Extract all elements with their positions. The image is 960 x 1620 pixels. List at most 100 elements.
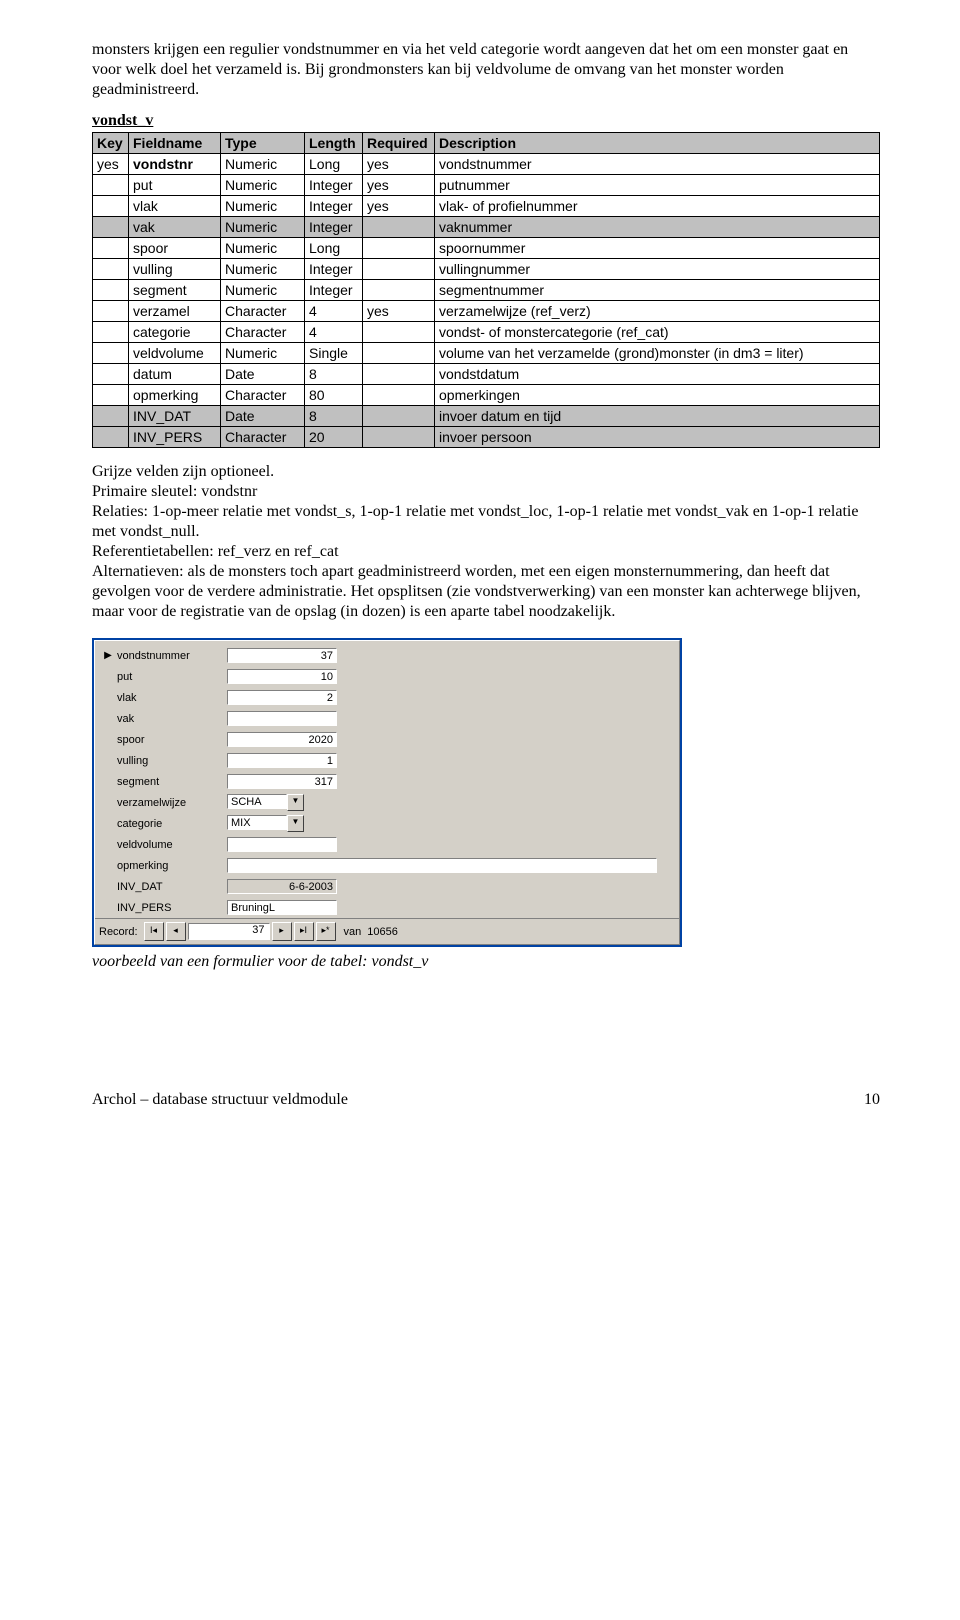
cell-key xyxy=(93,301,129,322)
record-selector-icon[interactable]: ▶ xyxy=(101,649,115,663)
form-label: put xyxy=(115,671,227,683)
cell-required: yes xyxy=(363,175,435,196)
cell-required xyxy=(363,343,435,364)
cell-key xyxy=(93,427,129,448)
cell-required xyxy=(363,217,435,238)
cell-key xyxy=(93,259,129,280)
cell-type: Character xyxy=(221,322,305,343)
form-input-put[interactable]: 10 xyxy=(227,669,337,684)
dropdown-icon[interactable]: ▼ xyxy=(287,794,304,811)
form-input-spoor[interactable]: 2020 xyxy=(227,732,337,747)
cell-type: Numeric xyxy=(221,238,305,259)
cell-type: Numeric xyxy=(221,154,305,175)
cell-required xyxy=(363,427,435,448)
cell-required xyxy=(363,406,435,427)
cell-length: Long xyxy=(305,154,363,175)
form-screenshot: ▶ vondstnummer37 put10vlak2vakspoor2020v… xyxy=(92,638,682,947)
cell-field: vlak xyxy=(129,196,221,217)
table-header-row: Key Fieldname Type Length Required Descr… xyxy=(93,133,880,154)
form-label: vulling xyxy=(115,755,227,767)
table-row: datumDate8 vondstdatum xyxy=(93,364,880,385)
nav-next-button[interactable]: ▸ xyxy=(272,922,292,941)
cell-type: Date xyxy=(221,406,305,427)
notes-block: Grijze velden zijn optioneel.Primaire sl… xyxy=(92,462,880,622)
page-footer: Archol – database structuur veldmodule 1… xyxy=(92,1091,880,1109)
dropdown-icon[interactable]: ▼ xyxy=(287,815,304,832)
cell-length: Integer xyxy=(305,259,363,280)
cell-length: Single xyxy=(305,343,363,364)
cell-required xyxy=(363,364,435,385)
nav-first-button[interactable]: I◂ xyxy=(144,922,164,941)
table-row: veldvolumeNumericSinglevolume van het ve… xyxy=(93,343,880,364)
table-row: categorieCharacter4vondst- of monstercat… xyxy=(93,322,880,343)
nav-new-button[interactable]: ▸* xyxy=(316,922,336,941)
form-input-veldvolume[interactable] xyxy=(227,837,337,852)
cell-length: Integer xyxy=(305,175,363,196)
form-label: segment xyxy=(115,776,227,788)
cell-required: yes xyxy=(363,301,435,322)
cell-desc: invoer persoon xyxy=(435,427,880,448)
th-field: Fieldname xyxy=(129,133,221,154)
table-heading: vondst_v xyxy=(92,112,880,130)
cell-desc: volume van het verzamelde (grond)monster… xyxy=(435,343,880,364)
cell-desc: vondstdatum xyxy=(435,364,880,385)
footer-left: Archol – database structuur veldmodule xyxy=(92,1091,348,1109)
cell-length: 4 xyxy=(305,301,363,322)
table-row: spoorNumericLongspoornummer xyxy=(93,238,880,259)
cell-required xyxy=(363,238,435,259)
table-row: INV_DATDate8invoer datum en tijd xyxy=(93,406,880,427)
cell-desc: vlak- of profielnummer xyxy=(435,196,880,217)
form-input-categorie[interactable]: MIX xyxy=(227,815,287,830)
table-row: verzamelCharacter4yesverzamelwijze (ref_… xyxy=(93,301,880,322)
cell-desc: verzamelwijze (ref_verz) xyxy=(435,301,880,322)
form-label: categorie xyxy=(115,818,227,830)
cell-field: datum xyxy=(129,364,221,385)
cell-desc: vondst- of monstercategorie (ref_cat) xyxy=(435,322,880,343)
form-label: vondstnummer xyxy=(115,650,227,662)
form-input-vak[interactable] xyxy=(227,711,337,726)
cell-field: vondstnr xyxy=(129,154,221,175)
cell-required xyxy=(363,259,435,280)
cell-key xyxy=(93,280,129,301)
form-input-vlak[interactable]: 2 xyxy=(227,690,337,705)
cell-field: INV_PERS xyxy=(129,427,221,448)
nav-last-button[interactable]: ▸I xyxy=(294,922,314,941)
cell-key xyxy=(93,364,129,385)
cell-type: Character xyxy=(221,301,305,322)
cell-key xyxy=(93,385,129,406)
form-input-opmerking[interactable] xyxy=(227,858,657,873)
cell-length: 8 xyxy=(305,364,363,385)
nav-prev-button[interactable]: ◂ xyxy=(166,922,186,941)
form-input-vulling[interactable]: 1 xyxy=(227,753,337,768)
table-row: putNumericIntegeryesputnummer xyxy=(93,175,880,196)
table-row: segmentNumericIntegersegmentnummer xyxy=(93,280,880,301)
form-input-vondstnummer[interactable]: 37 xyxy=(227,648,337,663)
form-label: spoor xyxy=(115,734,227,746)
cell-desc: vondstnummer xyxy=(435,154,880,175)
cell-type: Numeric xyxy=(221,259,305,280)
cell-length: Integer xyxy=(305,217,363,238)
footer-page-number: 10 xyxy=(864,1091,880,1109)
table-row: INV_PERSCharacter20invoer persoon xyxy=(93,427,880,448)
form-label: verzamelwijze xyxy=(115,797,227,809)
cell-type: Numeric xyxy=(221,280,305,301)
cell-field: INV_DAT xyxy=(129,406,221,427)
nav-of-label: van xyxy=(344,926,362,938)
cell-required: yes xyxy=(363,196,435,217)
cell-type: Date xyxy=(221,364,305,385)
form-input-segment[interactable]: 317 xyxy=(227,774,337,789)
cell-type: Numeric xyxy=(221,175,305,196)
cell-length: 8 xyxy=(305,406,363,427)
record-navbar: Record: I◂ ◂ 37 ▸ ▸I ▸* van 10656 xyxy=(95,918,679,944)
form-input-verzamelwijze[interactable]: SCHA xyxy=(227,794,287,809)
table-row: opmerkingCharacter80opmerkingen xyxy=(93,385,880,406)
cell-desc: spoornummer xyxy=(435,238,880,259)
form-input-INV_PERS[interactable]: BruningL xyxy=(227,900,337,915)
cell-key: yes xyxy=(93,154,129,175)
cell-type: Character xyxy=(221,385,305,406)
form-label: veldvolume xyxy=(115,839,227,851)
schema-table: Key Fieldname Type Length Required Descr… xyxy=(92,132,880,448)
nav-record-input[interactable]: 37 xyxy=(188,923,270,940)
form-input-INV_DAT: 6-6-2003 xyxy=(227,879,337,894)
form-label: opmerking xyxy=(115,860,227,872)
